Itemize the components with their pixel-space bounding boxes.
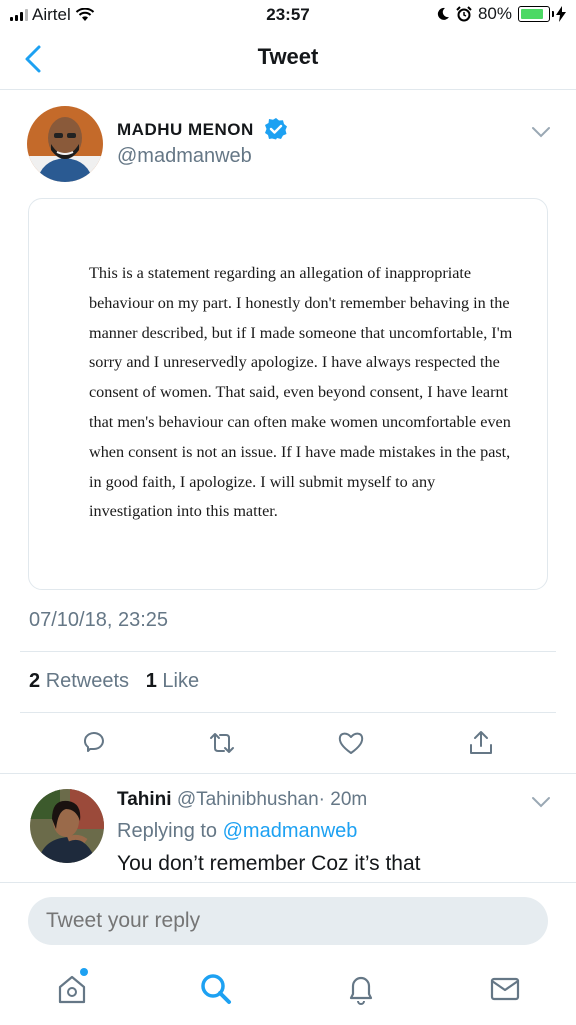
like-count[interactable]: 1	[146, 670, 157, 692]
bell-icon[interactable]	[343, 971, 379, 1007]
tweet-timestamp: 07/10/18, 23:25	[29, 609, 169, 631]
retweet-label[interactable]: Retweets	[46, 670, 129, 692]
retweet-count[interactable]: 2	[29, 670, 40, 692]
reply-time: · 20m	[318, 789, 368, 810]
reply-icon[interactable]	[79, 728, 109, 758]
home-icon[interactable]	[54, 971, 90, 1007]
statement-text: This is a statement regarding an allegat…	[89, 264, 513, 521]
nav-header: Tweet	[0, 30, 576, 90]
mail-icon[interactable]	[487, 971, 523, 1007]
chevron-down-icon[interactable]	[530, 794, 552, 810]
reply-input[interactable]	[28, 897, 548, 945]
status-bar: Airtel 23:57 80%	[0, 0, 576, 30]
verified-badge-icon	[265, 118, 287, 140]
heart-icon[interactable]	[336, 728, 366, 758]
reply-text: You don’t remember Coz it’s that	[117, 852, 421, 875]
like-label[interactable]: Like	[162, 670, 199, 692]
retweet-icon[interactable]	[207, 728, 237, 758]
page-title: Tweet	[257, 44, 319, 69]
compose-bar	[0, 882, 576, 1025]
author-name[interactable]: MADHU MENON	[117, 120, 254, 140]
share-icon[interactable]	[466, 728, 496, 758]
reply-author-handle[interactable]: @Tahinibhushan	[177, 789, 319, 810]
reply-header: Tahini @Tahinibhushan· 20m	[117, 789, 367, 811]
reply-avatar[interactable]	[30, 789, 104, 863]
replying-prefix: Replying to	[117, 820, 218, 842]
statement-image[interactable]: This is a statement regarding an allegat…	[28, 198, 548, 590]
divider	[20, 651, 556, 652]
search-icon[interactable]	[198, 971, 234, 1007]
reply-author-name[interactable]: Tahini	[117, 789, 172, 810]
divider	[20, 712, 556, 713]
moon-icon	[437, 7, 449, 20]
charging-icon	[556, 6, 566, 22]
avatar[interactable]	[27, 106, 103, 182]
tweet-actions	[0, 728, 576, 760]
battery-percent: 80%	[477, 4, 512, 23]
replying-mention-link[interactable]: @madmanweb	[223, 820, 358, 842]
divider	[0, 773, 576, 774]
author-handle[interactable]: @madmanweb	[117, 145, 252, 168]
chevron-down-icon[interactable]	[530, 124, 552, 140]
tweet-stats: 2 Retweets 1 Like	[29, 670, 199, 693]
battery-icon	[518, 6, 554, 22]
status-right: 80%	[436, 4, 566, 24]
tab-bar	[0, 971, 576, 1011]
alarm-icon	[456, 6, 472, 22]
replying-to: Replying to @madmanweb	[117, 820, 357, 843]
